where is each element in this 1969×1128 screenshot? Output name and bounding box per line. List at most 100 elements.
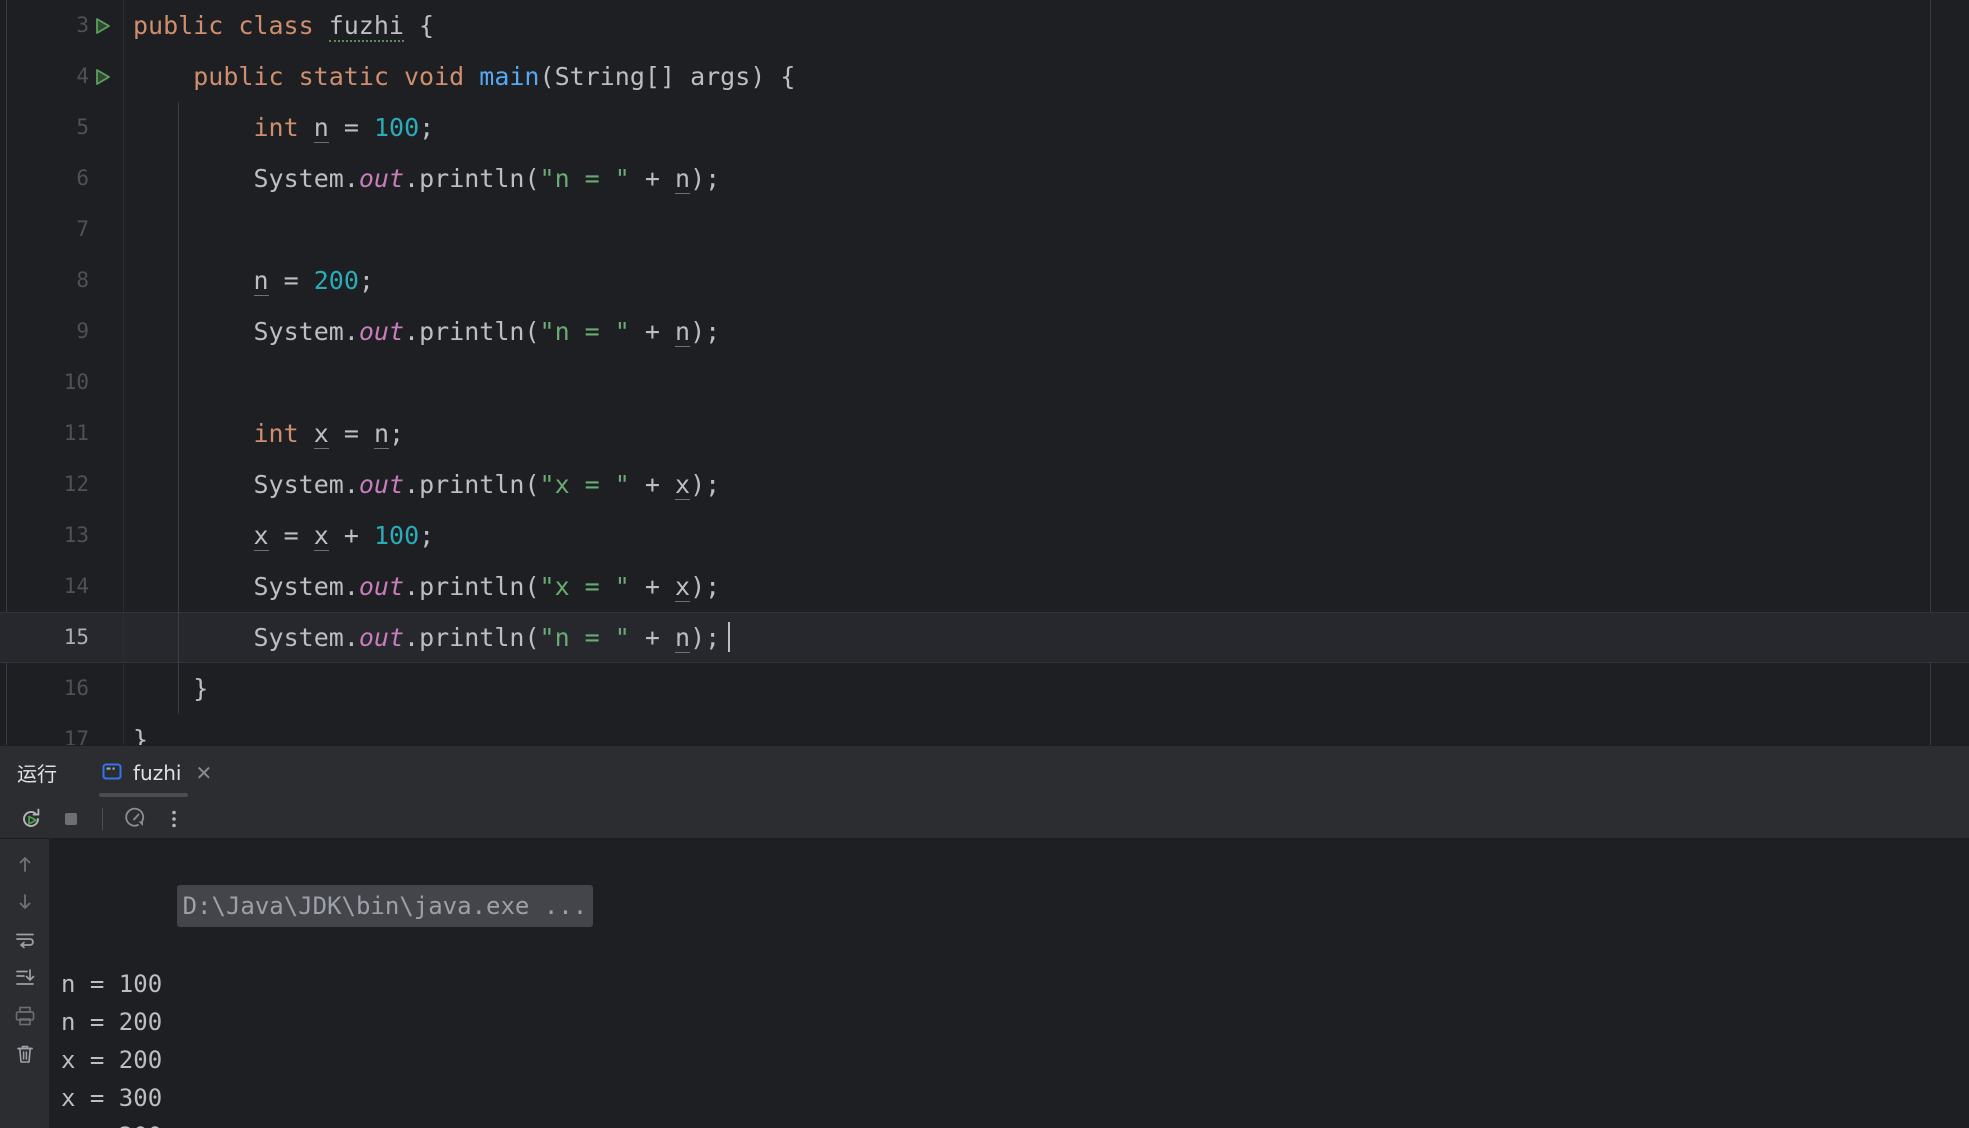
gutter-separator: [123, 612, 124, 663]
run-tab-active-indicator: [99, 793, 189, 797]
line-number: 13: [63, 523, 89, 547]
gutter-line-14[interactable]: 14: [0, 561, 123, 612]
toolbar-separator: [102, 807, 103, 830]
next-occurrence-icon[interactable]: [8, 887, 42, 917]
console-output[interactable]: D:\Java\JDK\bin\java.exe ... n = 100 n = …: [49, 839, 1969, 1128]
gutter-line-8[interactable]: 8: [0, 255, 123, 306]
line-number: 9: [76, 319, 89, 343]
line-number: 4: [76, 64, 89, 88]
run-tool-window: 运行 fuzhi ✕ D:\Java\JDK\bin\java.exe ... …: [0, 745, 1969, 1128]
run-tab-label: fuzhi: [133, 760, 182, 785]
code-line-3[interactable]: 3 public class fuzhi {: [0, 0, 1969, 51]
run-tab-bar: 运行 fuzhi ✕: [0, 746, 1969, 799]
code-text: int n = 100;: [253, 113, 435, 143]
gutter-line-12[interactable]: 12: [0, 459, 123, 510]
gutter-separator: [123, 408, 124, 459]
console-output-line: x = 300: [61, 1084, 163, 1112]
gutter-separator: [123, 459, 124, 510]
code-line-13[interactable]: 13 x = x + 100;: [0, 510, 1969, 561]
code-text: public static void main(String[] args) {: [193, 62, 796, 91]
gutter-line-16[interactable]: 16: [0, 663, 123, 714]
code-line-16[interactable]: 16 }: [0, 663, 1969, 714]
code-editor[interactable]: 3 public class fuzhi {4 public static voi…: [0, 0, 1969, 745]
console-output-line: n = 200: [61, 1008, 163, 1036]
code-text: }: [193, 674, 209, 703]
code-line-17[interactable]: 17}: [0, 714, 1969, 745]
indent-guide: [178, 561, 179, 612]
line-number: 15: [63, 625, 89, 649]
gutter-line-7[interactable]: 7: [0, 204, 123, 255]
console-output-line: x = 200: [61, 1046, 163, 1074]
more-options-icon[interactable]: [157, 802, 191, 836]
gutter-separator: [123, 51, 124, 102]
scroll-to-end-icon[interactable]: [8, 963, 42, 993]
indent-guide: [178, 510, 179, 561]
code-line-9[interactable]: 9 System.out.println("n = " + n);: [0, 306, 1969, 357]
console-output-line: n = 200: [49, 1117, 1969, 1128]
gutter-separator: [123, 102, 124, 153]
line-number: 7: [76, 217, 89, 241]
code-line-11[interactable]: 11 int x = n;: [0, 408, 1969, 459]
gutter-separator: [123, 0, 124, 51]
indent-guide: [178, 612, 179, 663]
gutter-line-5[interactable]: 5: [0, 102, 123, 153]
close-icon[interactable]: ✕: [191, 761, 212, 785]
console-command-line: D:\Java\JDK\bin\java.exe ...: [49, 847, 1969, 965]
code-line-14[interactable]: 14 System.out.println("x = " + x);: [0, 561, 1969, 612]
run-configuration-icon: [101, 760, 123, 786]
gutter-line-6[interactable]: 6: [0, 153, 123, 204]
gutter-line-10[interactable]: 10: [0, 357, 123, 408]
line-number: 8: [76, 268, 89, 292]
code-text: int x = n;: [253, 419, 405, 449]
line-number: 11: [63, 421, 89, 445]
gutter-separator: [123, 204, 124, 255]
code-line-8[interactable]: 8 n = 200;: [0, 255, 1969, 306]
gutter-line-3[interactable]: 3: [0, 0, 123, 51]
idea-window: 3 public class fuzhi {4 public static voi…: [0, 0, 1969, 1128]
console-output-line: n = 100: [61, 970, 163, 998]
gutter-separator: [123, 663, 124, 714]
indent-guide: [178, 663, 179, 714]
code-text: System.out.println("n = " + n);: [253, 317, 721, 347]
clear-all-icon[interactable]: [8, 1039, 42, 1069]
code-line-5[interactable]: 5 int n = 100;: [0, 102, 1969, 153]
gutter-line-4[interactable]: 4: [0, 51, 123, 102]
line-number: 14: [63, 574, 89, 598]
run-tool-window-label: 运行: [17, 762, 57, 786]
gutter-separator: [123, 714, 124, 745]
code-text: System.out.println("n = " + n);: [123, 612, 731, 663]
code-line-12[interactable]: 12 System.out.println("x = " + x);: [0, 459, 1969, 510]
console-side-toolbar: [0, 839, 49, 1128]
previous-occurrence-icon[interactable]: [8, 849, 42, 879]
indent-guide: [178, 153, 179, 204]
gutter-line-9[interactable]: 9: [0, 306, 123, 357]
run-gutter-play-icon[interactable]: [89, 66, 115, 88]
code-line-4[interactable]: 4 public static void main(String[] args)…: [0, 51, 1969, 102]
profiler-icon[interactable]: [117, 802, 151, 836]
gutter-separator: [123, 510, 124, 561]
print-icon[interactable]: [8, 1001, 42, 1031]
stop-button[interactable]: [54, 802, 88, 836]
indent-guide: [178, 459, 179, 510]
indent-guide: [178, 102, 179, 153]
run-tab-fuzhi[interactable]: fuzhi ✕: [91, 746, 222, 799]
gutter-separator: [123, 561, 124, 612]
rerun-button[interactable]: [14, 802, 48, 836]
text-caret: [728, 622, 731, 652]
code-text: x = x + 100;: [253, 521, 435, 551]
code-line-15[interactable]: 15 System.out.println("n = " + n);: [0, 612, 1969, 663]
soft-wrap-icon[interactable]: [8, 925, 42, 955]
indent-guide: [178, 306, 179, 357]
gutter-line-11[interactable]: 11: [0, 408, 123, 459]
code-text: n = 200;: [253, 266, 374, 296]
gutter-line-13[interactable]: 13: [0, 510, 123, 561]
code-line-10[interactable]: 10: [0, 357, 1969, 408]
indent-guide: [178, 255, 179, 306]
code-text: System.out.println("x = " + x);: [253, 470, 721, 500]
gutter-line-17[interactable]: 17: [0, 714, 123, 745]
console-command-text: D:\Java\JDK\bin\java.exe ...: [176, 885, 594, 927]
code-line-7[interactable]: 7: [0, 204, 1969, 255]
gutter-line-15[interactable]: 15: [0, 612, 123, 663]
run-gutter-play-icon[interactable]: [89, 15, 115, 37]
code-line-6[interactable]: 6 System.out.println("n = " + n);: [0, 153, 1969, 204]
